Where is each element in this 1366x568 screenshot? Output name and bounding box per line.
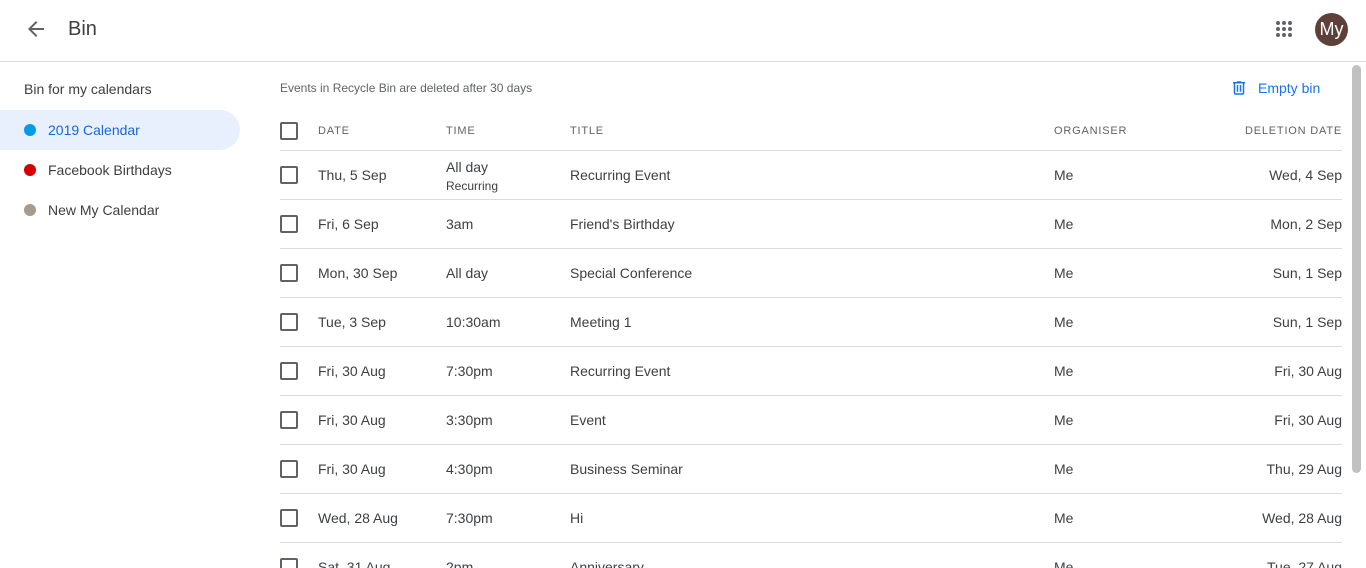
- event-deletion-date: Sun, 1 Sep: [1272, 314, 1342, 330]
- calendar-label: 2019 Calendar: [48, 122, 140, 138]
- table-row[interactable]: Fri, 30 Aug 4:30pm Business Seminar Me Thu, …: [280, 445, 1342, 494]
- apps-button[interactable]: [1264, 9, 1304, 49]
- column-header-organiser[interactable]: Organiser: [1054, 125, 1127, 137]
- page-title: Bin: [68, 18, 97, 40]
- event-organiser: Me: [1054, 461, 1074, 477]
- row-checkbox[interactable]: [280, 460, 298, 478]
- event-organiser: Me: [1054, 167, 1074, 183]
- back-button[interactable]: [16, 9, 56, 49]
- event-date: Fri, 6 Sep: [318, 216, 379, 232]
- table-header: Date Time Title Organiser Deletion date: [280, 114, 1342, 151]
- row-checkbox[interactable]: [280, 362, 298, 380]
- event-date: Fri, 30 Aug: [318, 461, 386, 477]
- calendar-color-dot: [24, 124, 36, 136]
- event-date: Tue, 3 Sep: [318, 314, 386, 330]
- sidebar: Bin for my calendars 2019 Calendar Facebo…: [0, 62, 256, 568]
- table-row[interactable]: Fri, 30 Aug 3:30pm Event Me Fri, 30 Aug: [280, 396, 1342, 445]
- row-checkbox[interactable]: [280, 264, 298, 282]
- calendar-color-dot: [24, 204, 36, 216]
- event-date: Fri, 30 Aug: [318, 363, 386, 379]
- event-organiser: Me: [1054, 314, 1074, 330]
- table-row[interactable]: Wed, 28 Aug 7:30pm Hi Me Wed, 28 Aug: [280, 494, 1342, 543]
- event-date: Fri, 30 Aug: [318, 412, 386, 428]
- event-time: 7:30pm: [446, 510, 493, 526]
- event-date: Sat, 31 Aug: [318, 559, 391, 568]
- event-time: 2pm: [446, 559, 474, 568]
- event-title: Recurring Event: [570, 167, 671, 183]
- event-title: Anniversary: [570, 559, 644, 568]
- event-title: Friend's Birthday: [570, 216, 675, 232]
- event-deletion-date: Wed, 4 Sep: [1269, 167, 1342, 183]
- row-checkbox[interactable]: [280, 558, 298, 568]
- event-title: Recurring Event: [570, 363, 671, 379]
- row-checkbox[interactable]: [280, 166, 298, 184]
- event-deletion-date: Tue, 27 Aug: [1267, 559, 1342, 568]
- scrollbar-thumb[interactable]: [1352, 65, 1361, 473]
- event-deletion-date: Thu, 29 Aug: [1266, 461, 1342, 477]
- event-time-recurring: Recurring: [446, 179, 499, 193]
- event-deletion-date: Sun, 1 Sep: [1272, 265, 1342, 281]
- bin-main: Events in Recycle Bin are deleted after …: [256, 62, 1366, 568]
- column-header-date[interactable]: Date: [318, 125, 350, 137]
- event-time: All day Recurring: [446, 158, 498, 194]
- sidebar-item-calendar[interactable]: New My Calendar: [0, 190, 240, 230]
- event-title: Business Seminar: [570, 461, 683, 477]
- arrow-back-icon: [28, 21, 44, 37]
- column-header-deletion-date[interactable]: Deletion date: [1245, 125, 1342, 137]
- select-all-checkbox[interactable]: [280, 122, 298, 140]
- event-time-main: All day: [446, 159, 489, 175]
- event-date: Mon, 30 Sep: [318, 265, 398, 281]
- event-organiser: Me: [1054, 412, 1074, 428]
- event-deletion-date: Mon, 2 Sep: [1270, 216, 1342, 232]
- row-checkbox[interactable]: [280, 215, 298, 233]
- row-checkbox[interactable]: [280, 509, 298, 527]
- empty-bin-button[interactable]: Empty bin: [1230, 76, 1320, 100]
- event-time: 10:30am: [446, 314, 501, 330]
- retention-notice: Events in Recycle Bin are deleted after …: [280, 81, 533, 95]
- calendar-label: New My Calendar: [48, 202, 160, 218]
- column-header-time[interactable]: Time: [446, 125, 475, 137]
- event-deletion-date: Fri, 30 Aug: [1274, 412, 1342, 428]
- calendar-color-dot: [24, 164, 36, 176]
- event-time: 3am: [446, 216, 474, 232]
- event-time: 7:30pm: [446, 363, 493, 379]
- table-row[interactable]: Fri, 30 Aug 7:30pm Recurring Event Me Fri, 3…: [280, 347, 1342, 396]
- event-date: Wed, 28 Aug: [318, 510, 398, 526]
- avatar[interactable]: My: [1315, 13, 1348, 46]
- column-header-title[interactable]: Title: [570, 125, 604, 137]
- event-organiser: Me: [1054, 363, 1074, 379]
- event-organiser: Me: [1054, 216, 1074, 232]
- event-time: 4:30pm: [446, 461, 493, 477]
- row-checkbox[interactable]: [280, 411, 298, 429]
- event-title: Special Conference: [570, 265, 693, 281]
- event-organiser: Me: [1054, 559, 1074, 568]
- apps-grid-icon: [1276, 21, 1292, 37]
- event-date: Thu, 5 Sep: [318, 167, 387, 183]
- event-organiser: Me: [1054, 265, 1074, 281]
- table-row[interactable]: Mon, 30 Sep All day Special Conference Me Su…: [280, 249, 1342, 298]
- app-header: Bin My: [0, 0, 1366, 62]
- event-title: Event: [570, 412, 606, 428]
- sidebar-item-calendar[interactable]: Facebook Birthdays: [0, 150, 240, 190]
- row-checkbox[interactable]: [280, 313, 298, 331]
- calendar-label: Facebook Birthdays: [48, 162, 172, 178]
- empty-bin-label: Empty bin: [1258, 80, 1321, 96]
- event-deletion-date: Fri, 30 Aug: [1274, 363, 1342, 379]
- event-title: Meeting 1: [570, 314, 632, 330]
- event-deletion-date: Wed, 28 Aug: [1262, 510, 1342, 526]
- trash-icon: [1233, 81, 1245, 95]
- sidebar-item-calendar[interactable]: 2019 Calendar: [0, 110, 240, 150]
- table-row[interactable]: Tue, 3 Sep 10:30am Meeting 1 Me Sun, 1 Sep: [280, 298, 1342, 347]
- event-organiser: Me: [1054, 510, 1074, 526]
- event-title: Hi: [570, 510, 584, 526]
- event-time: All day: [446, 265, 489, 281]
- bin-table: Date Time Title Organiser Deletion date …: [280, 114, 1342, 568]
- table-row[interactable]: Fri, 6 Sep 3am Friend's Birthday Me Mon, 2 S…: [280, 200, 1342, 249]
- table-row[interactable]: Thu, 5 Sep All day Recurring Recurring Even…: [280, 151, 1342, 200]
- event-time: 3:30pm: [446, 412, 493, 428]
- sidebar-heading: Bin for my calendars: [24, 81, 152, 97]
- table-row[interactable]: Sat, 31 Aug 2pm Anniversary Me Tue, 27 Aug: [280, 543, 1342, 568]
